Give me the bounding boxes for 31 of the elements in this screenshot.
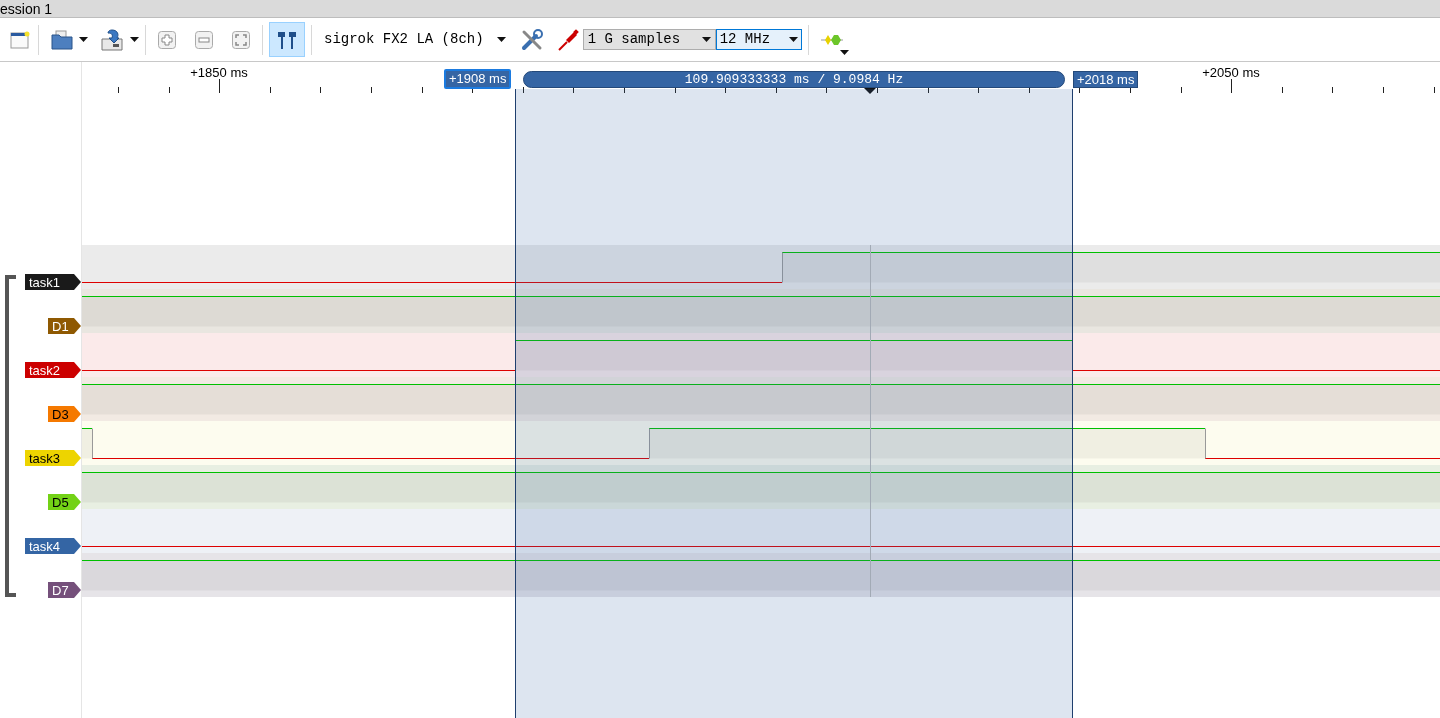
new-session-icon[interactable] (10, 30, 30, 49)
cursor-end-label[interactable]: +2018 ms (1073, 71, 1139, 88)
caret-icon[interactable] (788, 37, 798, 42)
sample-rate-select[interactable]: 12 MHz (715, 29, 802, 50)
channel-label[interactable]: task4 (25, 538, 81, 554)
cursor-start-label[interactable]: +1908 ms (444, 69, 512, 89)
caret-icon[interactable] (701, 37, 711, 42)
channel-label[interactable]: D5 (48, 494, 81, 510)
zoom-fit-icon[interactable] (232, 30, 250, 49)
channel-label[interactable]: task3 (25, 450, 81, 466)
caret-icon[interactable] (839, 49, 849, 55)
device-selector[interactable]: sigrok FX2 LA (8ch) (324, 29, 506, 50)
channel-label[interactable]: task2 (25, 362, 81, 378)
channel-label[interactable]: D3 (48, 406, 81, 422)
tools-icon[interactable] (519, 27, 544, 52)
caret-icon[interactable] (496, 37, 506, 42)
save-icon[interactable] (100, 28, 124, 51)
title-bar: ession 1 (0, 0, 1440, 18)
ruler-label: +1850 ms (190, 64, 248, 82)
channel-label[interactable]: D1 (48, 318, 81, 334)
sample-count-select[interactable]: 1 G samples (582, 29, 716, 50)
ruler-label: +2050 ms (1202, 64, 1260, 82)
cursor-span-bar[interactable]: 109.909333333 ms / 9.0984 Hz (523, 71, 1065, 88)
cursors-toggle-button[interactable] (269, 22, 305, 57)
folder-icon[interactable] (51, 29, 73, 50)
channel-label[interactable]: D7 (48, 582, 81, 598)
channel-label[interactable]: task1 (25, 274, 81, 290)
cursors-icon (276, 29, 298, 50)
caret-icon[interactable] (130, 37, 139, 42)
caret-icon[interactable] (79, 37, 88, 42)
probe-icon[interactable] (557, 28, 580, 51)
